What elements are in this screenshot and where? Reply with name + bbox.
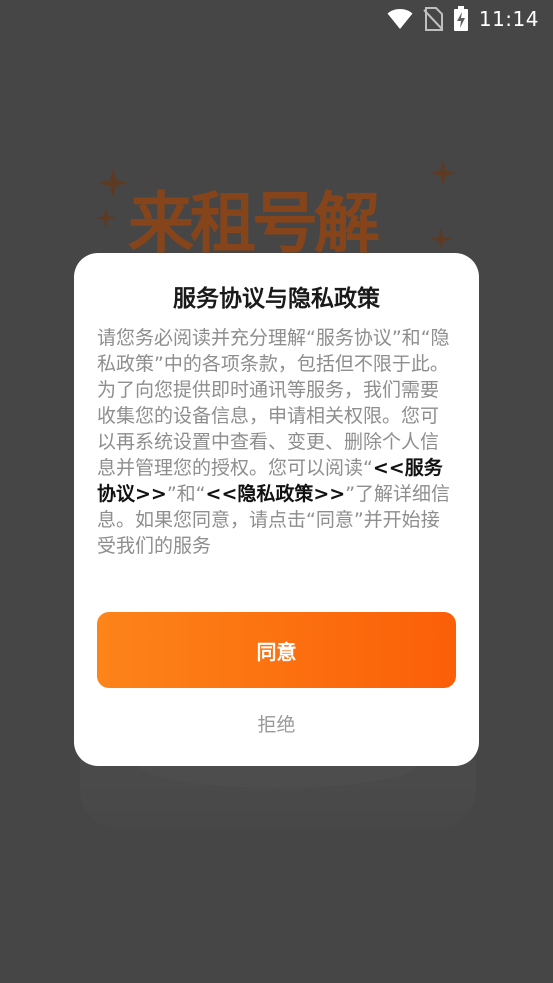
reject-button[interactable]: 拒绝	[74, 710, 479, 737]
agree-button[interactable]: 同意	[97, 612, 456, 688]
dialog-title: 服务协议与隐私政策	[173, 286, 380, 312]
privacy-dialog: 服务协议与隐私政策 请您务必阅读并充分理解“服务协议”和“隐私政策”中的各项条款…	[74, 253, 479, 766]
dialog-body: 请您务必阅读并充分理解“服务协议”和“隐私政策”中的各项条款，包括但不限于此。为…	[97, 325, 455, 559]
body-text: ”和“	[166, 483, 206, 505]
battery-charging-icon	[453, 6, 468, 31]
status-time: 11:14	[478, 7, 539, 31]
wifi-icon	[387, 9, 413, 29]
status-bar: 11:14	[0, 0, 553, 38]
no-sim-icon	[423, 7, 443, 31]
privacy-policy-link[interactable]: <<隐私政策>>	[206, 483, 346, 505]
